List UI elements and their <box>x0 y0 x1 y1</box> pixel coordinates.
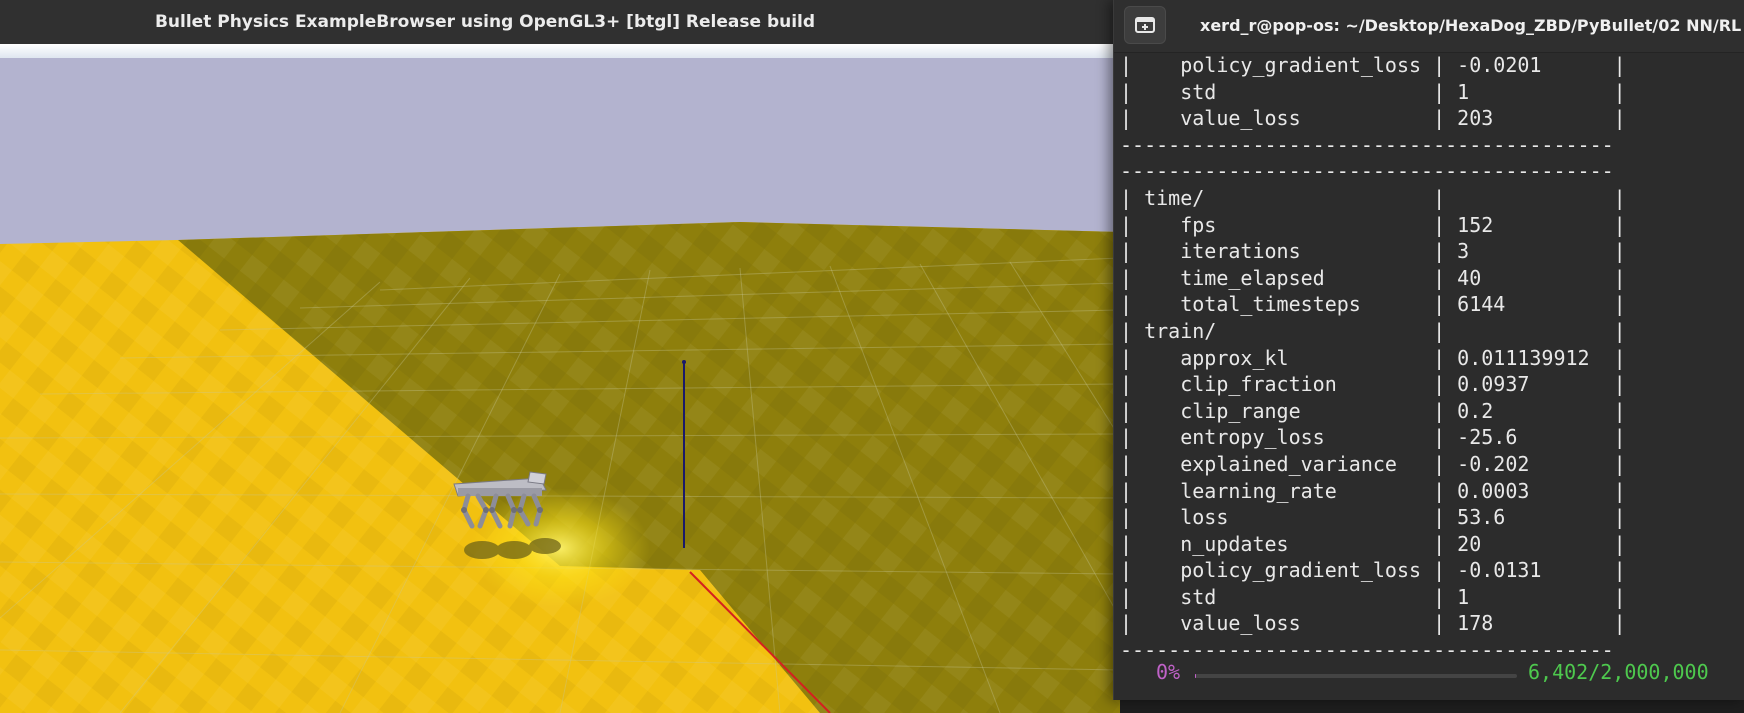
progress-bar <box>1195 674 1517 678</box>
simulation-viewport[interactable] <box>0 58 1120 713</box>
bullet-physics-window: Bullet Physics ExampleBrowser using Open… <box>0 0 1120 713</box>
terminal-title: xerd_r@pop-os: ~/Desktop/HexaDog_ZBD/PyB… <box>1200 16 1744 35</box>
bullet-window-title: Bullet Physics ExampleBrowser using Open… <box>0 0 1120 44</box>
terminal-line: | n_updates | 20 | <box>1120 531 1626 556</box>
terminal-line: | learning_rate | 0.0003 | <box>1120 478 1626 503</box>
terminal-line: | std | 1 | <box>1120 584 1626 609</box>
terminal-line: | iterations | 3 | <box>1120 239 1626 264</box>
desktop: Bullet Physics ExampleBrowser using Open… <box>0 0 1744 713</box>
terminal-line: | entropy_loss | -25.6 | <box>1120 425 1626 450</box>
training-progress: 0% 6,402/2,000,000 <box>1114 656 1744 692</box>
terminal-line: | train/ | | <box>1120 318 1626 343</box>
progress-bar-fill <box>1195 674 1197 678</box>
terminal-line: | loss | 53.6 | <box>1120 505 1626 530</box>
terminal-line: | approx_kl | 0.011139912 | <box>1120 345 1626 370</box>
terminal-line: | policy_gradient_loss | -0.0201 | <box>1120 53 1626 77</box>
terminal-line: | value_loss | 178 | <box>1120 611 1626 636</box>
terminal-window: xerd_r@pop-os: ~/Desktop/HexaDog_ZBD/PyB… <box>1113 0 1744 700</box>
terminal-line: | value_loss | 203 | <box>1120 106 1626 131</box>
terminal-line: | policy_gradient_loss | -0.0131 | <box>1120 558 1626 583</box>
terminal-line: | time_elapsed | 40 | <box>1120 265 1626 290</box>
new-tab-button[interactable] <box>1124 6 1166 44</box>
terminal-line: ----------------------------------------… <box>1120 132 1614 157</box>
bullet-menu-strip <box>0 44 1120 59</box>
terminal-line: | total_timesteps | 6144 | <box>1120 292 1626 317</box>
terminal-line: | clip_range | 0.2 | <box>1120 398 1626 423</box>
terminal-line: | time/ | | <box>1120 185 1626 210</box>
terminal-line: | clip_fraction | 0.0937 | <box>1120 372 1626 397</box>
terminal-line: | explained_variance | -0.202 | <box>1120 451 1626 476</box>
terminal-titlebar: xerd_r@pop-os: ~/Desktop/HexaDog_ZBD/PyB… <box>1114 0 1744 53</box>
terminal-output[interactable]: | policy_gradient_loss | -0.0201 | | std… <box>1114 52 1744 700</box>
scene-render <box>0 58 1120 713</box>
terminal-line: ----------------------------------------… <box>1120 159 1614 184</box>
new-tab-icon <box>1135 17 1155 33</box>
progress-count: 6,402/2,000,000 <box>1528 660 1709 684</box>
progress-percent: 0% <box>1156 660 1181 684</box>
terminal-line: | std | 1 | <box>1120 79 1626 104</box>
terminal-line: | fps | 152 | <box>1120 212 1626 237</box>
